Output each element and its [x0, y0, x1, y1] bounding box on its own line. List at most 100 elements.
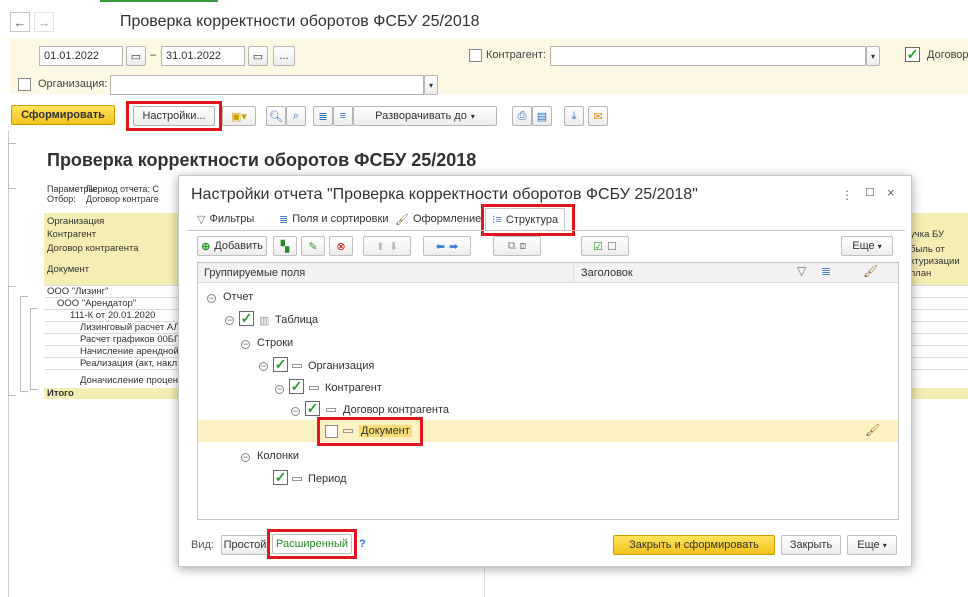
counterparty-dropdown[interactable]: ▾	[866, 46, 880, 66]
tree-node-contract[interactable]: Договор контрагента	[343, 404, 449, 416]
table-icon: ▥	[259, 315, 270, 327]
tree-node-report[interactable]: Отчет	[223, 291, 253, 303]
chevron-down-icon: ▾	[428, 80, 433, 90]
plus-circle-icon: ⊕	[201, 240, 211, 253]
tree-node-counterparty[interactable]: Контрагент	[325, 382, 382, 394]
table-checkbox[interactable]: ✓	[239, 311, 254, 326]
period-group-checkbox[interactable]: ✓	[273, 470, 288, 485]
collapse-icon[interactable]: −	[241, 340, 250, 349]
tab-fields-sort[interactable]: ≣ Поля и сортировки	[273, 208, 394, 230]
arrow-left-icon: ←	[13, 14, 27, 30]
period-select-button[interactable]: ...	[273, 46, 295, 66]
more-footer-button[interactable]: Еще ▾	[847, 535, 897, 555]
field-icon	[309, 386, 319, 390]
contract-group-checkbox[interactable]: ✓	[305, 401, 320, 416]
organization-field[interactable]	[110, 75, 424, 95]
collapse-icon[interactable]: −	[241, 453, 250, 462]
header-right-1: учка БУ	[910, 229, 945, 240]
field-icon	[326, 408, 336, 412]
brush-icon[interactable]: 🖌︎	[865, 423, 880, 437]
tab-filters[interactable]: ▽ Фильтры	[191, 208, 260, 230]
expand-to-button[interactable]: Разворачивать до ▾	[353, 106, 497, 126]
view-advanced-button[interactable]: Расширенный	[272, 534, 352, 554]
send-email-button[interactable]: ✉	[588, 106, 608, 126]
help-link[interactable]: ?	[359, 538, 366, 550]
date-to-field[interactable]: 31.01.2022	[161, 46, 245, 66]
more-button-label: Еще	[852, 240, 875, 252]
collapse-icon[interactable]: −	[275, 385, 284, 394]
print-button[interactable]: ⎙	[512, 106, 532, 126]
more-vert-icon: ⋮	[841, 188, 853, 202]
print-icon: ⎙	[517, 109, 527, 122]
calendar-from-button[interactable]: ▭	[126, 46, 146, 66]
dialog-maximize-button[interactable]: ☐	[865, 186, 875, 199]
search-next-button[interactable]: ⌕	[286, 106, 306, 126]
variants-button[interactable]: ▣▾	[222, 106, 256, 126]
structure-tab-highlight	[481, 204, 575, 236]
search-button[interactable]: 🔍︎	[266, 106, 286, 126]
date-from-field[interactable]: 01.01.2022	[39, 46, 123, 66]
collapse-icon[interactable]: −	[207, 294, 216, 303]
counterparty-checkbox[interactable]	[469, 49, 482, 62]
contract-checkbox[interactable]: ✓	[905, 47, 920, 62]
filter-icon: ▽	[197, 213, 206, 226]
tab-appearance-label: Оформление	[412, 213, 482, 225]
contract-label: Договор	[927, 49, 968, 61]
close-and-generate-button[interactable]: Закрыть и сформировать	[613, 535, 775, 555]
calendar-to-button[interactable]: ▭	[248, 46, 268, 66]
dialog-menu-button[interactable]: ⋮	[841, 188, 853, 202]
tree-node-period[interactable]: Период	[308, 473, 347, 485]
tree-node-document[interactable]: Документ	[359, 425, 412, 437]
group-buttons[interactable]: ⧉ ⧈	[493, 236, 541, 256]
back-button[interactable]: ←	[10, 12, 30, 32]
chevron-down-icon: ▾	[870, 51, 875, 61]
report-row: ООО "Арендатор"	[57, 298, 137, 309]
more-button[interactable]: Еще ▾	[841, 236, 893, 256]
edit-button[interactable]: ✎	[301, 236, 325, 256]
preview-button[interactable]: ▤	[532, 106, 552, 126]
tree-node-organization[interactable]: Организация	[308, 360, 374, 372]
tree-node-table[interactable]: Таблица	[275, 314, 318, 326]
document-group-checkbox[interactable]	[325, 425, 338, 438]
counterparty-group-checkbox[interactable]: ✓	[289, 379, 304, 394]
collapse-icon[interactable]: −	[291, 407, 300, 416]
filter-value: Договор контраге	[86, 194, 159, 204]
tree-node-columns[interactable]: Колонки	[257, 450, 299, 462]
expand-groups-button[interactable]: ≡	[333, 106, 353, 126]
organization-checkbox[interactable]	[18, 78, 31, 91]
counterparty-field[interactable]	[550, 46, 866, 66]
organization-group-checkbox[interactable]: ✓	[273, 357, 288, 372]
organization-dropdown[interactable]: ▾	[424, 75, 438, 95]
expand-to-label: Разворачивать до	[375, 110, 467, 122]
tree-node-rows[interactable]: Строки	[257, 337, 293, 349]
close-button[interactable]: Закрыть	[781, 535, 841, 555]
ungroup-icon: ⧈	[519, 239, 527, 252]
column-divider	[484, 567, 485, 597]
delete-button[interactable]: ⊗	[329, 236, 353, 256]
maximize-icon: ☐	[865, 187, 875, 199]
move-level-buttons[interactable]: ⬅ ➡	[423, 236, 471, 256]
delete-circle-icon: ⊗	[336, 240, 346, 253]
selected-row-document[interactable]	[198, 420, 898, 442]
collapse-icon[interactable]: −	[225, 316, 234, 325]
header-document: Документ	[47, 264, 90, 275]
collapse-icon: ≣	[318, 110, 328, 123]
add-group-button[interactable]: ▚	[273, 236, 297, 256]
check-buttons[interactable]: ☑ ☐	[581, 236, 629, 256]
move-down-icon: ⬇	[389, 240, 399, 253]
move-up-down-buttons[interactable]: ⬆ ⬇	[363, 236, 411, 256]
collapse-groups-button[interactable]: ≣	[313, 106, 333, 126]
collapse-icon[interactable]: −	[259, 362, 268, 371]
tab-appearance[interactable]: 🖌︎ Оформление	[389, 208, 487, 230]
add-button[interactable]: ⊕ Добавить	[197, 236, 267, 256]
header-right-2: быль от	[910, 244, 945, 255]
filter-label: Отбор:	[47, 194, 76, 204]
dialog-close-button[interactable]: ×	[887, 185, 895, 200]
organization-label: Организация:	[38, 78, 108, 90]
settings-button[interactable]: Настройки...	[133, 106, 215, 126]
forward-button[interactable]: →	[34, 12, 54, 32]
view-simple-button[interactable]: Простой	[221, 535, 269, 555]
save-button[interactable]: ⤓	[564, 106, 584, 126]
header-organization: Организация	[47, 216, 105, 227]
generate-button[interactable]: Сформировать	[11, 105, 115, 125]
